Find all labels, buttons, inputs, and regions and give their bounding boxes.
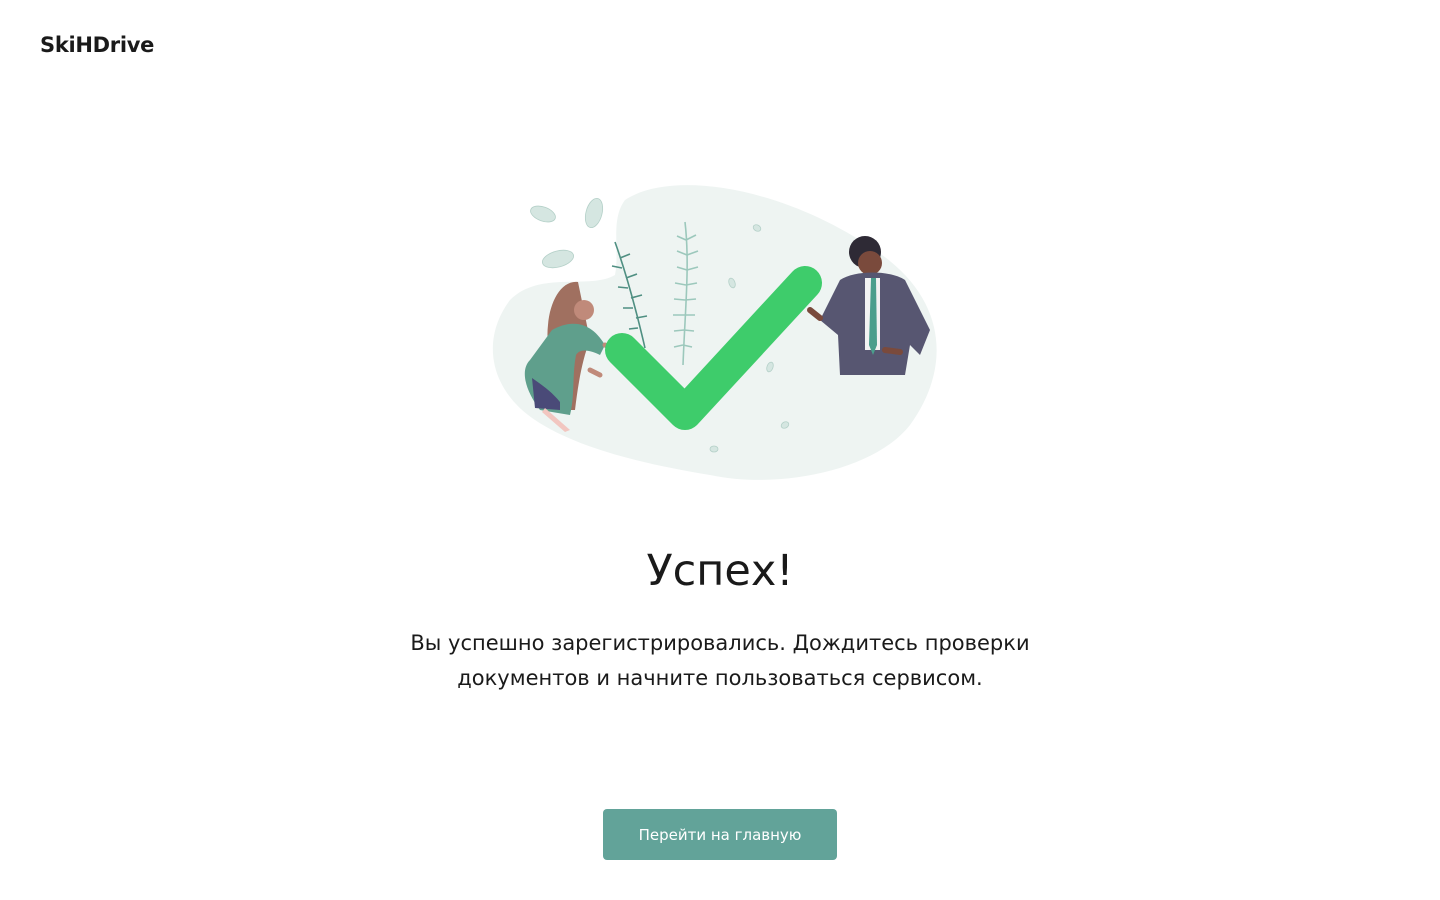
registration-success-page: SkiHDrive Успех! Вы успешно зарегистриро… (0, 0, 1440, 900)
page-title: Успех! (646, 546, 794, 596)
logo[interactable]: SkiHDrive (40, 31, 154, 59)
success-message: Вы успешно зарегистрировались. Дождитесь… (410, 631, 1030, 690)
go-to-home-button[interactable]: Перейти на главную (603, 809, 837, 860)
success-checkmark-illustration (492, 185, 937, 480)
